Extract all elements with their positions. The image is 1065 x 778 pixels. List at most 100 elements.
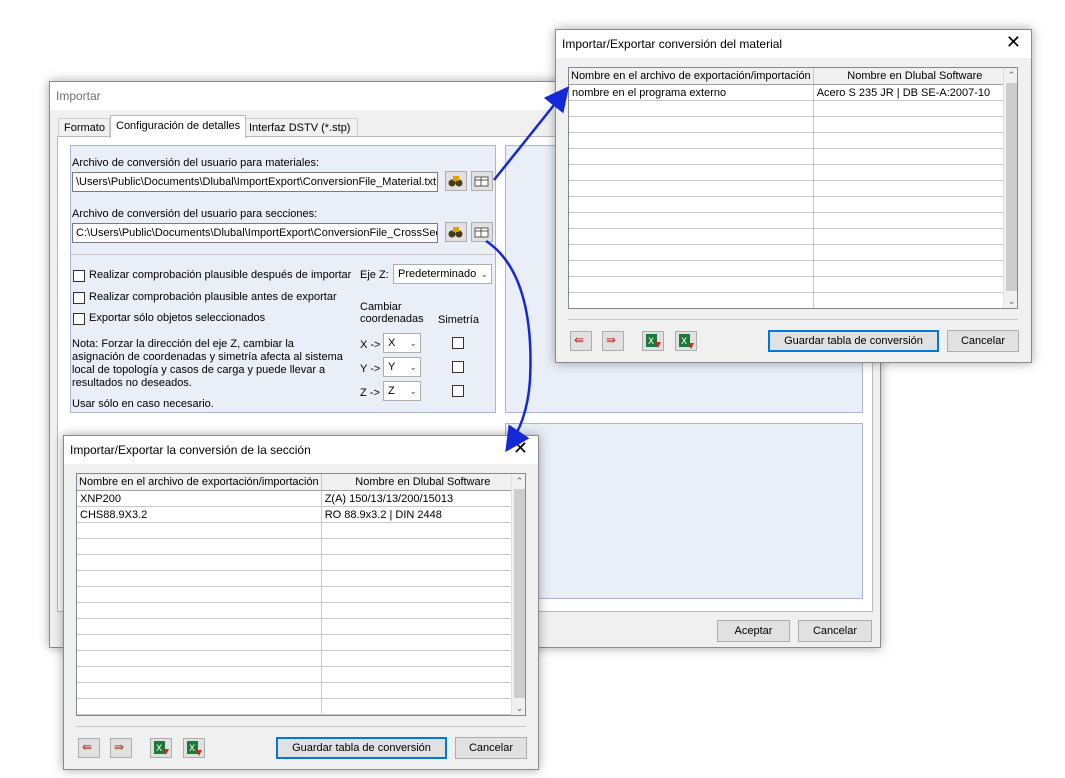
cell-dlubal-name[interactable] bbox=[321, 570, 525, 587]
column-header-external[interactable]: Nombre en el archivo de exportación/impo… bbox=[77, 474, 322, 491]
cell-external-name[interactable] bbox=[77, 538, 322, 555]
cell-external-name[interactable] bbox=[569, 164, 814, 181]
cell-external-name[interactable] bbox=[569, 180, 814, 197]
close-icon[interactable]: ✕ bbox=[1006, 33, 1021, 51]
table-row[interactable] bbox=[569, 260, 1017, 277]
table-row[interactable] bbox=[77, 698, 525, 715]
cell-dlubal-name[interactable]: Z(A) 150/13/13/200/15013 bbox=[321, 490, 525, 507]
table-row[interactable] bbox=[569, 276, 1017, 293]
check-import-checkbox[interactable] bbox=[73, 270, 85, 282]
scroll-down-icon[interactable]: ⌄ bbox=[512, 701, 525, 715]
tab-formato[interactable]: Formato bbox=[58, 118, 110, 137]
cell-external-name[interactable] bbox=[77, 650, 322, 667]
cell-dlubal-name[interactable] bbox=[321, 554, 525, 571]
column-header-dlubal[interactable]: Nombre en Dlubal Software bbox=[813, 68, 1017, 85]
cell-external-name[interactable]: nombre en el programa externo bbox=[569, 84, 814, 101]
scroll-up-icon[interactable]: ⌃ bbox=[1004, 68, 1017, 82]
table-row[interactable] bbox=[77, 602, 525, 619]
cancel-button[interactable]: Cancelar bbox=[798, 620, 872, 642]
cell-external-name[interactable] bbox=[77, 618, 322, 635]
table-row[interactable]: nombre en el programa externo Acero S 235… bbox=[569, 84, 1017, 101]
symmetry-x-checkbox[interactable] bbox=[452, 337, 464, 349]
cell-dlubal-name[interactable] bbox=[813, 100, 1017, 117]
close-icon[interactable]: ✕ bbox=[513, 439, 528, 457]
cell-external-name[interactable] bbox=[77, 554, 322, 571]
cell-external-name[interactable] bbox=[77, 602, 322, 619]
browse-materials-button[interactable] bbox=[445, 171, 467, 191]
cell-dlubal-name[interactable] bbox=[813, 148, 1017, 165]
section-scrollbar[interactable]: ⌃ ⌄ bbox=[511, 474, 525, 715]
table-row[interactable] bbox=[77, 586, 525, 603]
table-row[interactable] bbox=[569, 148, 1017, 165]
symmetry-y-checkbox[interactable] bbox=[452, 361, 464, 373]
table-row[interactable]: CHS88.9X3.2 RO 88.9x3.2 | DIN 2448 bbox=[77, 506, 525, 523]
cell-dlubal-name[interactable] bbox=[813, 132, 1017, 149]
cell-dlubal-name[interactable]: Acero S 235 JR | DB SE-A:2007-10 bbox=[813, 84, 1017, 101]
table-row[interactable] bbox=[77, 634, 525, 651]
column-header-external[interactable]: Nombre en el archivo de exportación/impo… bbox=[569, 68, 814, 85]
table-row[interactable] bbox=[77, 650, 525, 667]
cell-dlubal-name[interactable] bbox=[321, 634, 525, 651]
cell-dlubal-name[interactable] bbox=[813, 196, 1017, 213]
import-left-button[interactable]: ⇚ bbox=[570, 331, 592, 351]
table-row[interactable] bbox=[77, 682, 525, 699]
cell-dlubal-name[interactable] bbox=[321, 602, 525, 619]
cell-dlubal-name[interactable] bbox=[813, 260, 1017, 277]
cell-dlubal-name[interactable] bbox=[813, 292, 1017, 308]
cell-dlubal-name[interactable] bbox=[813, 116, 1017, 133]
cell-external-name[interactable] bbox=[569, 260, 814, 277]
cell-external-name[interactable] bbox=[77, 570, 322, 587]
excel-export-button[interactable]: X bbox=[183, 738, 205, 758]
column-header-dlubal[interactable]: Nombre en Dlubal Software bbox=[321, 474, 525, 491]
export-selected-checkbox[interactable] bbox=[73, 313, 85, 325]
scroll-up-icon[interactable]: ⌃ bbox=[512, 474, 525, 488]
cell-external-name[interactable] bbox=[569, 292, 814, 308]
cell-external-name[interactable] bbox=[77, 586, 322, 603]
axis-z-select[interactable]: Z ⌄ bbox=[383, 381, 421, 401]
scroll-thumb[interactable] bbox=[1006, 83, 1017, 291]
export-right-button[interactable]: ⇛ bbox=[110, 738, 132, 758]
cell-external-name[interactable] bbox=[569, 228, 814, 245]
cell-external-name[interactable] bbox=[569, 212, 814, 229]
cell-dlubal-name[interactable] bbox=[813, 276, 1017, 293]
material-scrollbar[interactable]: ⌃ ⌄ bbox=[1003, 68, 1017, 308]
cell-dlubal-name[interactable]: RO 88.9x3.2 | DIN 2448 bbox=[321, 506, 525, 523]
cell-dlubal-name[interactable] bbox=[321, 618, 525, 635]
table-row[interactable] bbox=[569, 244, 1017, 261]
import-left-button[interactable]: ⇚ bbox=[78, 738, 100, 758]
excel-import-button[interactable]: X bbox=[642, 331, 664, 351]
table-row[interactable] bbox=[77, 538, 525, 555]
axis-y-select[interactable]: Y ⌄ bbox=[383, 357, 421, 377]
cell-dlubal-name[interactable] bbox=[813, 180, 1017, 197]
table-row[interactable] bbox=[569, 164, 1017, 181]
excel-import-button[interactable]: X bbox=[150, 738, 172, 758]
excel-export-button[interactable]: X bbox=[675, 331, 697, 351]
save-conversion-button[interactable]: Guardar tabla de conversión bbox=[768, 330, 939, 352]
table-row[interactable] bbox=[569, 212, 1017, 229]
cell-dlubal-name[interactable] bbox=[321, 586, 525, 603]
tab-configuracion[interactable]: Configuración de detalles bbox=[110, 115, 246, 138]
cell-dlubal-name[interactable] bbox=[813, 212, 1017, 229]
cell-external-name[interactable] bbox=[77, 634, 322, 651]
cell-dlubal-name[interactable] bbox=[813, 244, 1017, 261]
table-row[interactable] bbox=[77, 554, 525, 571]
cell-dlubal-name[interactable] bbox=[813, 164, 1017, 181]
cell-dlubal-name[interactable] bbox=[321, 538, 525, 555]
sections-path-field[interactable]: C:\Users\Public\Documents\Dlubal\ImportE… bbox=[72, 223, 438, 243]
table-row[interactable] bbox=[77, 570, 525, 587]
table-row[interactable] bbox=[569, 292, 1017, 308]
cell-dlubal-name[interactable] bbox=[321, 650, 525, 667]
materials-path-field[interactable]: \Users\Public\Documents\Dlubal\ImportExp… bbox=[72, 172, 438, 192]
table-row[interactable] bbox=[77, 522, 525, 539]
eje-z-select[interactable]: Predeterminado ⌄ bbox=[393, 264, 492, 284]
table-row[interactable] bbox=[569, 116, 1017, 133]
check-export-checkbox[interactable] bbox=[73, 292, 85, 304]
tab-dstv[interactable]: Interfaz DSTV (*.stp) bbox=[244, 118, 358, 137]
cell-external-name[interactable] bbox=[77, 682, 322, 699]
cell-external-name[interactable]: XNP200 bbox=[77, 490, 322, 507]
cell-external-name[interactable] bbox=[569, 116, 814, 133]
cell-external-name[interactable] bbox=[77, 666, 322, 683]
material-cancel-button[interactable]: Cancelar bbox=[947, 330, 1019, 352]
edit-sections-button[interactable] bbox=[471, 222, 493, 242]
cell-external-name[interactable] bbox=[77, 522, 322, 539]
